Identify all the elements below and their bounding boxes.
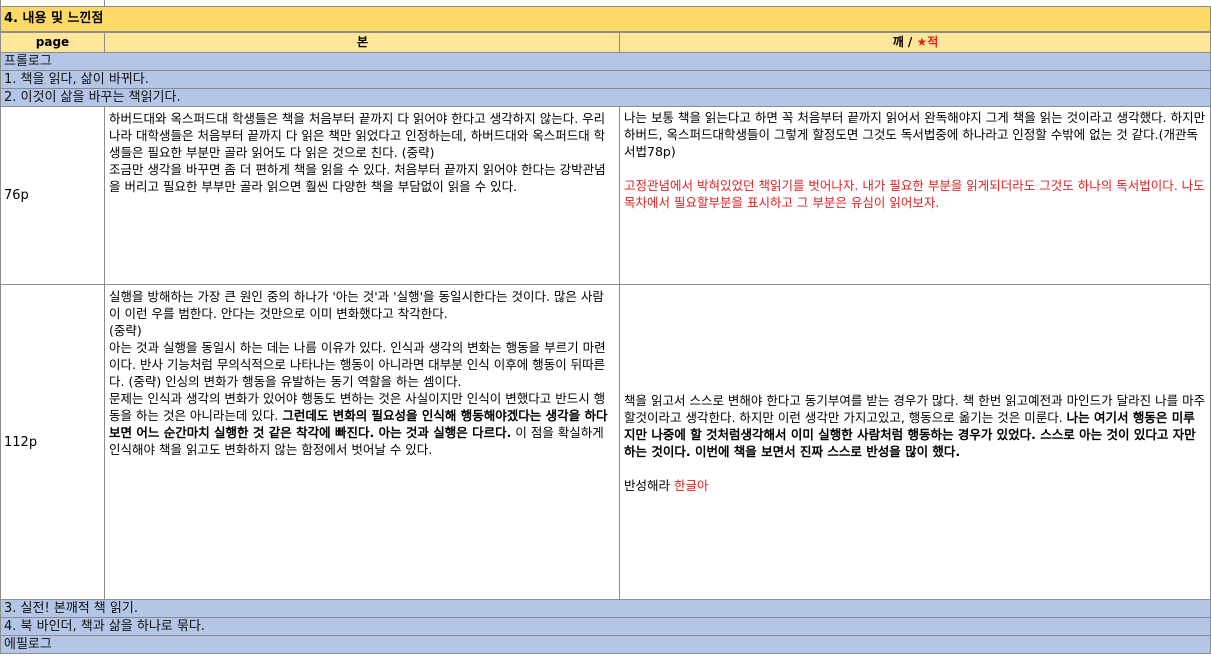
chapter-row[interactable]: 1. 책을 읽다, 삶이 바뀌다. xyxy=(0,71,1211,89)
chapter-row[interactable]: 에필로그 xyxy=(0,636,1211,654)
section-header[interactable]: 4. 내용 및 느낀점 xyxy=(0,6,1211,32)
chapter-row[interactable]: 프롤로그 xyxy=(0,53,1211,71)
kkae-jeok-cell[interactable]: 책을 읽고서 스스로 변해야 한다고 동기부여를 받는 경우가 많다. 책 한번… xyxy=(619,285,1210,599)
chapter-title: 1. 책을 읽다, 삶이 바뀌다. xyxy=(4,72,149,87)
page-cell[interactable]: 112p xyxy=(1,285,104,599)
jeok-text: 반성해라 xyxy=(624,478,674,493)
column-header-row: page 본 깨 / ★적 xyxy=(0,32,1211,53)
chapter-title: 프롤로그 xyxy=(4,54,52,69)
bon-cell[interactable]: 하버드대와 옥스퍼드대 학생들은 책을 처음부터 끝까지 다 읽어야 한다고 생… xyxy=(104,107,619,284)
chapter-row[interactable]: 4. 북 바인더, 책과 삶을 하나로 묶다. xyxy=(0,618,1211,636)
page-number: 76p xyxy=(4,188,29,203)
jeok-red-text: 한글아 xyxy=(673,478,709,493)
bon-text: 실행을 방해하는 가장 큰 원인 중의 하나가 '아는 것'과 '실행'을 동일… xyxy=(109,289,606,423)
chapter-title: 4. 북 바인더, 책과 삶을 하나로 묶다. xyxy=(4,619,205,634)
table-row: 76p 하버드대와 옥스퍼드대 학생들은 책을 처음부터 끝까지 다 읽어야 한… xyxy=(0,107,1211,285)
star-icon: ★ xyxy=(916,35,928,49)
column-header-bon[interactable]: 본 xyxy=(104,33,620,52)
column-header-kkae-jeok[interactable]: 깨 / ★적 xyxy=(619,33,1210,52)
chapter-row[interactable]: 3. 실전! 본깨적 책 읽기. xyxy=(0,600,1211,618)
jeok-text: 고정관념에서 박혀있었던 책읽기를 벗어나자. 내가 필요한 부분을 읽게되더라… xyxy=(624,178,1209,210)
page-number: 112p xyxy=(4,434,38,450)
page-cell[interactable]: 76p xyxy=(1,107,104,284)
section-title: 4. 내용 및 느낀점 xyxy=(4,11,104,26)
bon-cell[interactable]: 실행을 방해하는 가장 큰 원인 중의 하나가 '아는 것'과 '실행'을 동일… xyxy=(104,285,619,599)
kkae-text: 나는 보통 책을 읽는다고 하면 꼭 처음부터 끝까지 읽어서 완독해야지 그게… xyxy=(624,110,1210,159)
spreadsheet: 4. 내용 및 느낀점 page 본 깨 / ★적 프롤로그 1. 책을 읽다,… xyxy=(0,0,1211,661)
chapter-title: 2. 이것이 삶을 바꾸는 책읽기다. xyxy=(4,90,181,105)
column-header-jeok: 적 xyxy=(927,35,939,49)
column-header-page[interactable]: page xyxy=(1,33,104,52)
kkae-jeok-cell[interactable]: 나는 보통 책을 읽는다고 하면 꼭 처음부터 끝까지 읽어서 완독해야지 그게… xyxy=(619,107,1210,284)
table-row: 112p 실행을 방해하는 가장 큰 원인 중의 하나가 '아는 것'과 '실행… xyxy=(0,285,1211,600)
chapter-row[interactable]: 2. 이것이 삶을 바꾸는 책읽기다. xyxy=(0,89,1211,107)
bon-text: 하버드대와 옥스퍼드대 학생들은 책을 처음부터 끝까지 다 읽어야 한다고 생… xyxy=(109,111,606,194)
column-header-kkae: 깨 / xyxy=(892,35,917,49)
chapter-title: 3. 실전! 본깨적 책 읽기. xyxy=(4,601,138,616)
chapter-title: 에필로그 xyxy=(4,637,52,652)
